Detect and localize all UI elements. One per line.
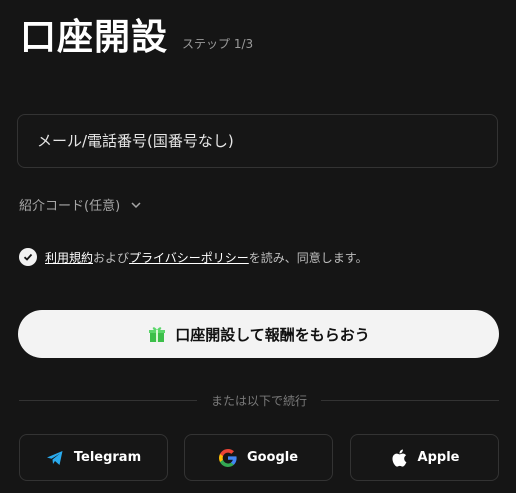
terms-text-and: および (93, 250, 130, 265)
checkbox-checked-icon[interactable] (19, 248, 37, 266)
apple-login-button[interactable]: Apple (350, 434, 499, 481)
divider-line-left (19, 399, 197, 401)
terms-of-use-link[interactable]: 利用規約 (45, 249, 93, 266)
gift-icon (147, 324, 167, 344)
email-phone-input[interactable] (35, 131, 497, 151)
telegram-icon (46, 449, 64, 467)
step-indicator: ステップ 1/3 (182, 37, 254, 51)
open-account-label: 口座開設して報酬をもらおう (175, 325, 370, 344)
open-account-button[interactable]: 口座開設して報酬をもらおう (18, 310, 499, 358)
telegram-label: Telegram (73, 450, 142, 465)
page-header: 口座開設 ステップ 1/3 (20, 14, 253, 62)
terms-agreement: 利用規約 および プライバシーポリシー を読み、同意します。 (19, 248, 368, 266)
google-login-button[interactable]: Google (184, 434, 333, 481)
google-label: Google (246, 450, 299, 465)
google-icon (218, 448, 237, 467)
divider-text: または以下で続行 (211, 393, 308, 408)
apple-icon (390, 449, 408, 467)
chevron-down-icon (130, 199, 142, 211)
divider-line-right (321, 399, 500, 401)
referral-code-toggle[interactable]: 紹介コード(任意) (19, 195, 142, 214)
telegram-login-button[interactable]: Telegram (19, 434, 168, 481)
referral-label: 紹介コード(任意) (19, 199, 121, 214)
terms-text-agree: を読み、同意します。 (248, 250, 368, 265)
page-title: 口座開設 (20, 17, 169, 58)
privacy-policy-link[interactable]: プライバシーポリシー (129, 249, 249, 266)
apple-label: Apple (417, 450, 460, 465)
email-phone-field[interactable] (17, 114, 498, 168)
or-continue-divider: または以下で続行 (19, 392, 500, 408)
